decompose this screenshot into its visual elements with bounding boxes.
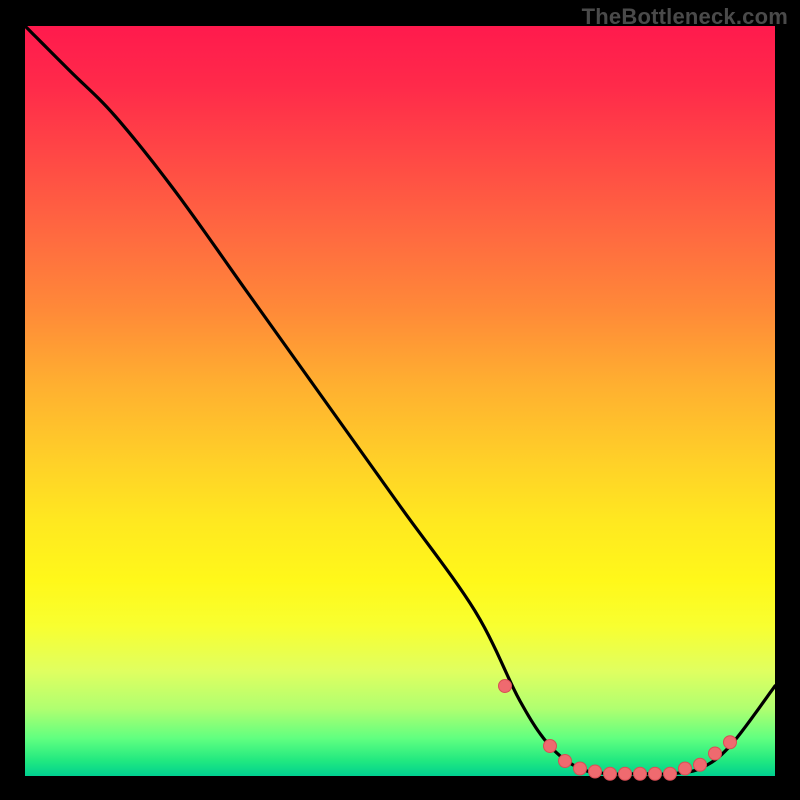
curve-marker (604, 767, 617, 780)
curve-marker (589, 765, 602, 778)
curve-marker (649, 767, 662, 780)
curve-marker (694, 758, 707, 771)
curve-marker (574, 762, 587, 775)
watermark-text: TheBottleneck.com (582, 4, 788, 30)
curve-marker (559, 755, 572, 768)
curve-marker (724, 736, 737, 749)
chart-frame: TheBottleneck.com (0, 0, 800, 800)
plot-area (25, 26, 775, 776)
bottleneck-curve-path (25, 26, 775, 774)
curve-marker (679, 762, 692, 775)
curve-marker (499, 680, 512, 693)
curve-marker (634, 767, 647, 780)
curve-marker (709, 747, 722, 760)
curve-markers (499, 680, 737, 781)
curve-marker (544, 740, 557, 753)
curve-marker (664, 767, 677, 780)
bottleneck-curve-svg (25, 26, 775, 776)
curve-marker (619, 767, 632, 780)
